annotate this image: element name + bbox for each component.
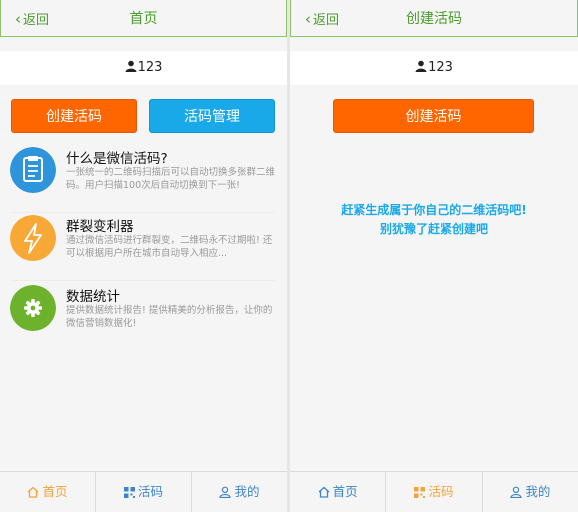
qrcode-icon (123, 487, 135, 498)
tab-label: 我的 (525, 484, 551, 499)
feature-title: 数据统计 (66, 289, 120, 305)
feature-description: 一张统一的二维码扫描后可以自动切换多张群二维码。用户扫描100次后自动切换到下一… (66, 167, 275, 191)
feature-description: 提供数据统计报告! 提供精美的分析报告，让你的微信营销数据化! (66, 305, 273, 329)
promo-line: 赶紧生成属于你自己的二维活码吧! (341, 203, 527, 217)
header-bar: ‹ 返回 创建活码 (290, 0, 578, 37)
header-bar: ‹ 返回 首页 (0, 0, 287, 37)
user-icon (415, 60, 427, 72)
feature-title: 什么是微信活码? (66, 151, 168, 167)
manage-qrcode-button[interactable]: 活码管理 (149, 99, 275, 133)
promo-line: 别犹豫了赶紧创建吧 (379, 222, 488, 236)
user-bar: 123 (290, 51, 578, 85)
home-screen: ‹ 返回 首页 123 创建活码 活码管理 什么是微信活码? 一张统一的二维码扫描… (0, 0, 287, 512)
username: 123 (428, 60, 453, 75)
page-title: 创建活码 (406, 11, 462, 27)
home-icon (318, 486, 330, 498)
bottom-tabbar: 首页 活码 我的 (290, 471, 578, 512)
create-qrcode-button[interactable]: 创建活码 (333, 99, 534, 133)
tab-label: 活码 (428, 484, 454, 499)
feature-item[interactable]: 数据统计 提供数据统计报告! 提供精美的分析报告，让你的微信营销数据化! (10, 285, 275, 351)
promo-message: 赶紧生成属于你自己的二维活码吧! 别犹豫了赶紧创建吧 (290, 201, 578, 239)
tab-label: 首页 (42, 484, 68, 499)
create-qrcode-button[interactable]: 创建活码 (11, 99, 137, 133)
user-icon (510, 486, 522, 499)
tab-label: 我的 (234, 484, 260, 499)
username: 123 (137, 60, 163, 75)
bottom-tabbar: 首页 活码 我的 (0, 471, 287, 512)
feature-item[interactable]: 群裂变利器 通过微信活码进行群裂变，二维码永不过期啦! 还可以根据用户所在城市自… (10, 215, 275, 281)
user-bar: 123 (0, 51, 287, 85)
page-title: 首页 (129, 11, 158, 27)
tab-profile[interactable]: 我的 (483, 472, 578, 512)
tab-qrcode[interactable]: 活码 (96, 472, 192, 512)
tab-label: 活码 (137, 484, 163, 499)
tab-home[interactable]: 首页 (290, 472, 387, 512)
tab-qrcode[interactable]: 活码 (386, 472, 483, 512)
tab-home[interactable]: 首页 (0, 472, 96, 512)
home-icon (28, 486, 39, 498)
feature-item[interactable]: 什么是微信活码? 一张统一的二维码扫描后可以自动切换多张群二维码。用户扫描100… (10, 147, 275, 213)
feature-title: 群裂变利器 (66, 219, 134, 235)
clipboard-icon (10, 147, 56, 193)
feature-description: 通过微信活码进行群裂变，二维码永不过期啦! 还可以根据用户所在城市自动导入相应.… (66, 235, 273, 259)
tab-label: 首页 (332, 484, 358, 499)
tab-profile[interactable]: 我的 (192, 472, 287, 512)
create-qrcode-screen: ‹ 返回 创建活码 123 创建活码 赶紧生成属于你自己的二维活码吧! 别犹豫了赶… (290, 0, 578, 512)
gear-icon (10, 285, 56, 331)
user-icon (219, 486, 232, 499)
user-icon (125, 60, 137, 72)
lightning-icon (10, 215, 56, 261)
qrcode-icon (414, 487, 426, 498)
